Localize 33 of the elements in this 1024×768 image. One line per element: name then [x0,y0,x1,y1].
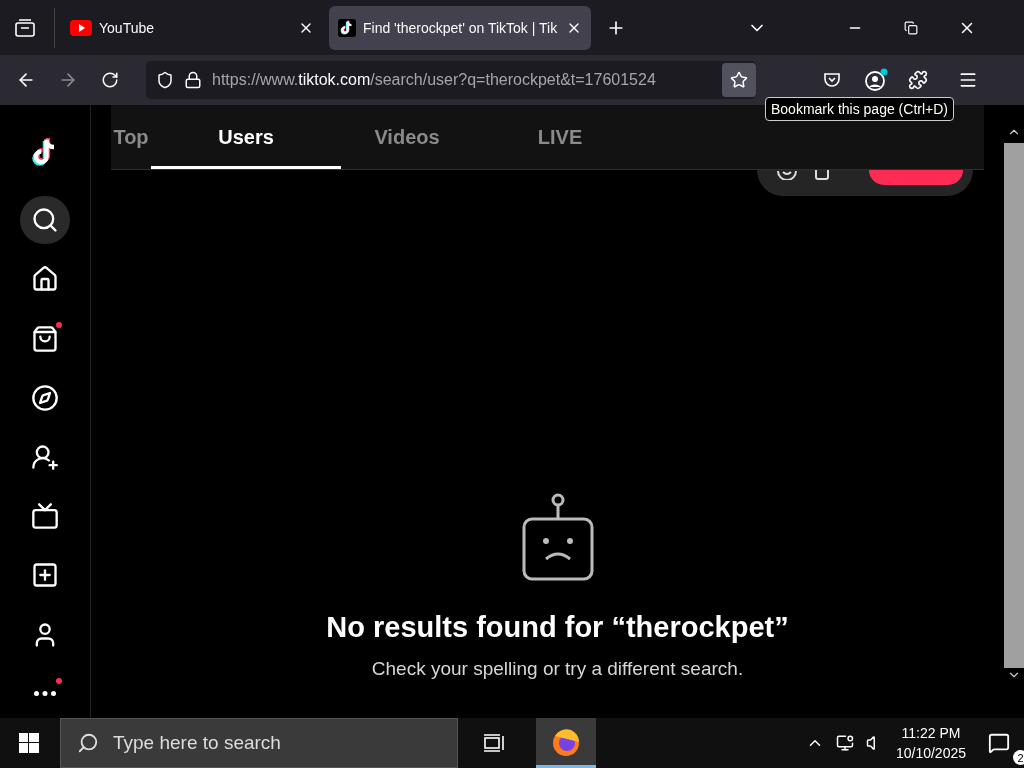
address-field[interactable]: https://www.tiktok.com/search/user?q=therockpet&t=17601524 [146,61,756,99]
empty-hint: Check your spelling or try a different search. [371,658,744,680]
firefox-icon[interactable] [536,718,596,768]
browser-tab[interactable]: YouTube [61,5,323,50]
search-tab[interactable]: Top [111,105,151,169]
search-tab[interactable]: Users [151,105,341,169]
plus-square-icon [31,561,59,590]
sad-robot-icon [520,493,595,583]
search-icon [31,206,59,235]
search-tab[interactable]: LIVE [473,105,647,169]
search-icon [77,732,99,754]
lock-icon [184,71,202,89]
shield-icon [156,71,174,89]
taskbar-search-field[interactable]: Type here to search [60,718,458,768]
clock-date[interactable]: 10/10/2025 [895,745,966,761]
compass-icon [31,383,59,412]
tooltip: Bookmark this page (Ctrl+D) [765,97,954,121]
music-note-icon [338,18,356,37]
search-tab[interactable]: Videos [341,105,473,169]
sidebar-item[interactable] [20,196,70,245]
scrollbar-thumb[interactable] [1004,143,1024,668]
browser-tab[interactable]: Find 'therockpet' on TikTok | Tik [329,5,591,50]
home-icon [31,265,59,294]
more-icon [34,691,56,697]
notification-dot [56,677,62,684]
user-arrow-icon [31,443,59,471]
notification-dot [56,322,62,329]
empty-title: No results found for “therockpet” [326,611,789,644]
tv-icon [31,502,59,531]
login-button[interactable] [869,170,963,185]
play-logo-icon [70,19,92,36]
clock-time[interactable]: 11:22 PM [901,725,961,741]
shopping-bag-icon [31,324,59,353]
